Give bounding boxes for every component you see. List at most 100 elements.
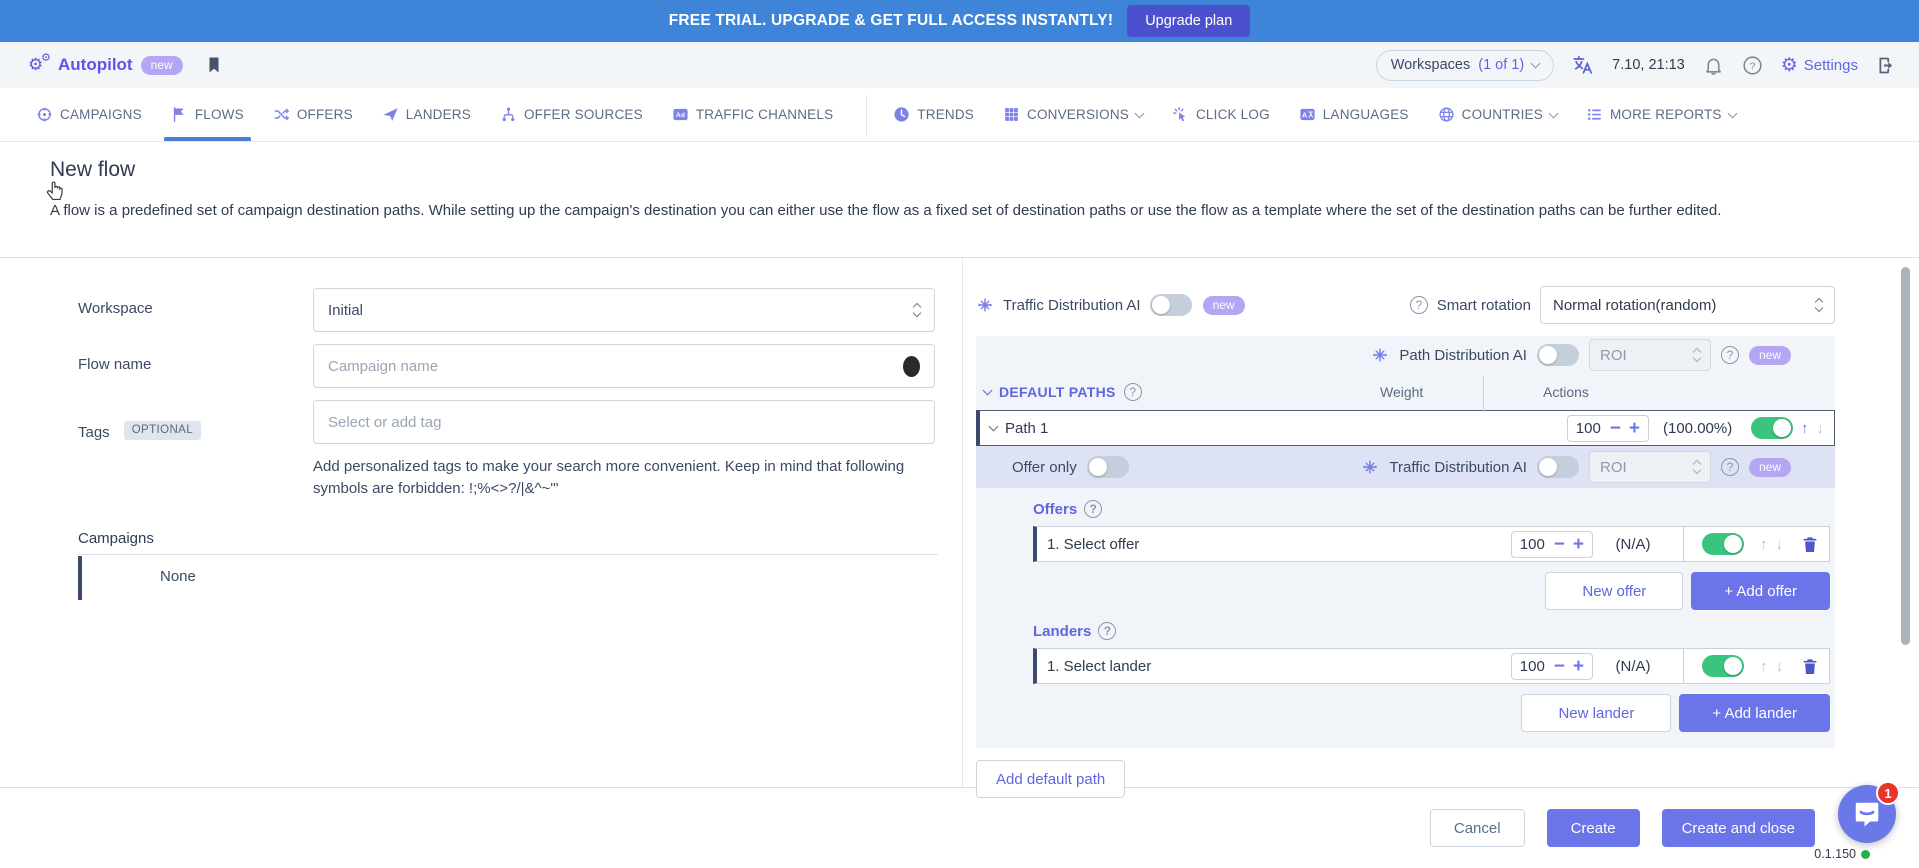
chevron-down-icon: [1727, 108, 1737, 118]
flow-name-input[interactable]: [328, 358, 893, 375]
path-traffic-ai-metric-select[interactable]: ROI: [1589, 451, 1711, 483]
create-button[interactable]: Create: [1547, 809, 1640, 847]
token-dot-icon[interactable]: [903, 356, 920, 377]
minus-button[interactable]: −: [1554, 657, 1565, 676]
shuffle-icon: [273, 106, 290, 123]
path-enabled-toggle[interactable]: [1751, 417, 1793, 439]
optional-badge: OPTIONAL: [124, 421, 201, 440]
add-lander-button[interactable]: + Add lander: [1679, 694, 1830, 732]
nav-item-offer-sources[interactable]: OFFER SOURCES: [500, 88, 643, 141]
nav-item-offers[interactable]: OFFERS: [273, 88, 353, 141]
plus-button[interactable]: +: [1573, 535, 1584, 554]
smart-rotation-help-icon[interactable]: [1410, 296, 1428, 314]
ai-brain-icon: [976, 296, 994, 314]
collapse-chevron-icon[interactable]: [983, 386, 993, 396]
nav-item-click-log[interactable]: CLICK LOG: [1172, 88, 1270, 141]
column-divider: [1483, 376, 1484, 412]
nav-item-campaigns[interactable]: CAMPAIGNS: [36, 88, 142, 141]
delete-trash-icon[interactable]: [1801, 657, 1819, 676]
row-divider: [1683, 649, 1684, 683]
path-weight-value[interactable]: 100: [1576, 420, 1602, 437]
settings-link[interactable]: ⚙ Settings: [1781, 54, 1858, 77]
default-paths-help-icon[interactable]: [1124, 383, 1142, 401]
version-label: 0.1.150: [1814, 847, 1870, 861]
tags-input[interactable]: [328, 414, 920, 431]
minus-button[interactable]: −: [1610, 419, 1621, 438]
path-ai-metric-select[interactable]: ROI: [1589, 339, 1711, 371]
traffic-ai-new-badge: new: [1203, 296, 1245, 315]
ai-brain-icon: [1371, 346, 1389, 364]
offer-only-row: Offer only Traffic Distribution AI ROI n…: [976, 446, 1835, 488]
move-up-button[interactable]: ↑: [1760, 658, 1768, 675]
path-weight-stepper: 100 − +: [1567, 415, 1649, 442]
translate-icon[interactable]: [1572, 54, 1594, 76]
add-offer-button[interactable]: + Add offer: [1691, 572, 1830, 610]
offers-section: Offers 1. Select offer 100 − + (N/A) ↑ ↓: [976, 500, 1835, 610]
paths-column: Traffic Distribution AI new Smart rotati…: [964, 258, 1919, 787]
nav-item-landers[interactable]: LANDERS: [382, 88, 471, 141]
landers-title: Landers: [1033, 623, 1091, 640]
nav-item-countries[interactable]: COUNTRIES: [1438, 88, 1557, 141]
add-default-path-button[interactable]: Add default path: [976, 760, 1125, 798]
flag-icon: [171, 106, 188, 123]
lander-weight-value[interactable]: 100: [1520, 658, 1546, 675]
offers-help-icon[interactable]: [1084, 500, 1102, 518]
move-down-button[interactable]: ↓: [1776, 536, 1784, 553]
landers-help-icon[interactable]: [1098, 622, 1116, 640]
nav-item-trends[interactable]: TRENDS: [893, 88, 974, 141]
create-and-close-button[interactable]: Create and close: [1662, 809, 1815, 847]
lander-enabled-toggle[interactable]: [1702, 655, 1744, 677]
plus-button[interactable]: +: [1573, 657, 1584, 676]
cancel-button[interactable]: Cancel: [1430, 809, 1525, 847]
notifications-bell-icon[interactable]: [1703, 55, 1724, 76]
nav-item-traffic-channels[interactable]: Ad TRAFFIC CHANNELS: [672, 88, 833, 141]
offer-enabled-toggle[interactable]: [1702, 533, 1744, 555]
default-paths-title: DEFAULT PATHS: [999, 384, 1116, 400]
move-down-button[interactable]: ↓: [1817, 420, 1825, 437]
offer-select-label[interactable]: 1. Select offer: [1047, 536, 1139, 553]
autopilot-brand[interactable]: Autopilot: [58, 55, 133, 75]
delete-trash-icon[interactable]: [1801, 535, 1819, 554]
path-ai-help-icon[interactable]: [1721, 346, 1739, 364]
smart-rotation-select[interactable]: Normal rotation(random): [1540, 286, 1835, 324]
path-distribution-ai-row: Path Distribution AI ROI new: [976, 336, 1835, 374]
hierarchy-icon: [500, 106, 517, 123]
landers-section: Landers 1. Select lander 100 − + (N/A) ↑: [976, 622, 1835, 732]
nav-item-flows[interactable]: FLOWS: [171, 88, 244, 141]
campaigns-label: Campaigns: [78, 530, 938, 555]
move-down-button[interactable]: ↓: [1776, 658, 1784, 675]
lander-select-label[interactable]: 1. Select lander: [1047, 658, 1151, 675]
traffic-ai-toggle[interactable]: [1150, 294, 1192, 316]
minus-button[interactable]: −: [1554, 535, 1565, 554]
move-up-button[interactable]: ↑: [1801, 420, 1809, 437]
collapse-chevron-icon[interactable]: [989, 422, 999, 432]
nav-item-more-reports[interactable]: MORE REPORTS: [1586, 88, 1736, 141]
path-traffic-ai-help-icon[interactable]: [1721, 458, 1739, 476]
bookmark-icon[interactable]: [205, 55, 223, 75]
offer-weight-value[interactable]: 100: [1520, 536, 1546, 553]
nav-item-conversions[interactable]: CONVERSIONS: [1003, 88, 1143, 141]
move-up-button[interactable]: ↑: [1760, 536, 1768, 553]
help-icon[interactable]: ?: [1742, 55, 1763, 76]
workspace-label: Workspace: [78, 288, 313, 332]
scrollbar-thumb[interactable]: [1901, 267, 1910, 645]
path-ai-toggle[interactable]: [1537, 344, 1579, 366]
nav-divider: [866, 95, 867, 135]
nav-item-languages[interactable]: A LANGUAGES: [1299, 88, 1409, 141]
row-divider: [1683, 527, 1684, 561]
select-stepper-icon: [1694, 349, 1700, 361]
workspaces-selector[interactable]: Workspaces (1 of 1): [1376, 50, 1554, 81]
workspace-select[interactable]: Initial: [313, 288, 935, 332]
upgrade-plan-button[interactable]: Upgrade plan: [1127, 5, 1250, 37]
path-traffic-ai-toggle[interactable]: [1537, 456, 1579, 478]
main-nav: CAMPAIGNS FLOWS OFFERS LANDERS OFFER SOU…: [0, 88, 1919, 142]
offer-only-toggle[interactable]: [1087, 456, 1129, 478]
logout-icon[interactable]: [1876, 55, 1897, 76]
autopilot-new-badge: new: [141, 56, 183, 75]
list-icon: [1586, 106, 1603, 123]
plus-button[interactable]: +: [1629, 419, 1640, 438]
chat-unread-badge: 1: [1876, 781, 1900, 805]
new-lander-button[interactable]: New lander: [1521, 694, 1671, 732]
chat-widget-button[interactable]: 1: [1838, 785, 1896, 843]
new-offer-button[interactable]: New offer: [1545, 572, 1683, 610]
